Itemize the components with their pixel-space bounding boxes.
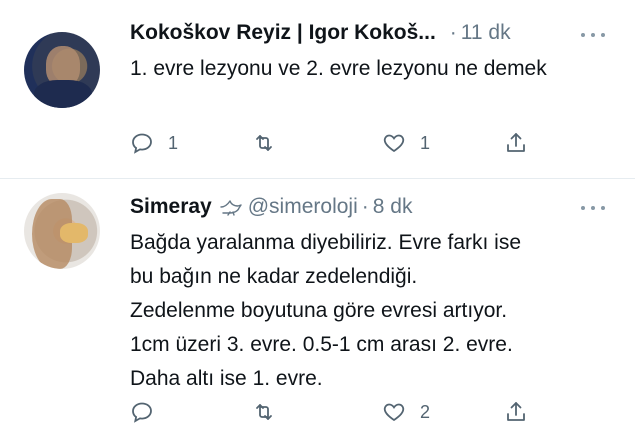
display-name[interactable]: Simeray [130,195,212,219]
more-icon[interactable] [581,30,605,40]
dot-separator: · [449,21,457,44]
reply-icon [132,402,152,423]
more-icon[interactable] [581,203,605,213]
avatar-mask [60,223,88,243]
user-handle[interactable]: @simeroloji [248,195,358,219]
like-count: 1 [420,132,431,153]
avatar-body [34,80,92,108]
heart-icon [383,134,405,153]
tweet-text-line: 1cm üzeri 3. evre. 0.5-1 cm arası 2. evr… [130,333,513,356]
heart-icon [383,403,405,422]
dot-separator: · [361,195,369,218]
tweet-text: 1. evre lezyonu ve 2. evre lezyonu ne de… [130,57,547,80]
tweet-text-line: bu bağın ne kadar zedelendiği. [130,265,418,288]
timestamp[interactable]: 11 dk [461,21,511,45]
tweet-1[interactable]: Kokoškov Reyiz | Igor Kokoš... · 11 dk 1… [0,0,635,178]
share-icon [507,402,525,421]
reply-button[interactable] [130,397,168,427]
tweet-actions: 1 1 [130,128,530,158]
tweet-text-line: Daha altı ise 1. evre. [130,367,323,390]
bird-icon [220,198,242,216]
like-button[interactable]: 1 [382,128,430,158]
timestamp[interactable]: 8 dk [373,195,413,219]
retweet-icon [256,404,272,420]
tweet-text: Bağda yaralanma diyebiliriz. Evre farkı … [130,226,610,396]
tweet-text-line: Bağda yaralanma diyebiliriz. Evre farkı … [130,231,522,254]
share-icon [507,133,525,152]
retweet-button[interactable] [252,397,290,427]
tweet-text-line: Zedelenme boyutuna göre evresi artıyor. [130,299,508,322]
tweet-2[interactable]: Simeray @simeroloji · 8 dk Bağda yaralan… [0,179,635,446]
retweet-icon [256,135,272,151]
share-button[interactable] [504,397,528,427]
tweet-actions: 2 [130,397,530,427]
reply-button[interactable]: 1 [130,128,178,158]
like-button[interactable]: 2 [382,397,430,427]
tweet-header: Simeray @simeroloji · 8 dk [130,190,412,224]
reply-count: 1 [168,132,179,153]
avatar[interactable] [24,193,100,269]
retweet-button[interactable] [252,128,290,158]
display-name[interactable]: Kokoškov Reyiz | Igor Kokoš... [130,21,436,45]
like-count: 2 [420,401,431,422]
avatar[interactable] [24,32,100,108]
reply-icon [132,133,152,154]
share-button[interactable] [504,128,528,158]
tweet-header: Kokoškov Reyiz | Igor Kokoš... · 11 dk [130,16,511,50]
